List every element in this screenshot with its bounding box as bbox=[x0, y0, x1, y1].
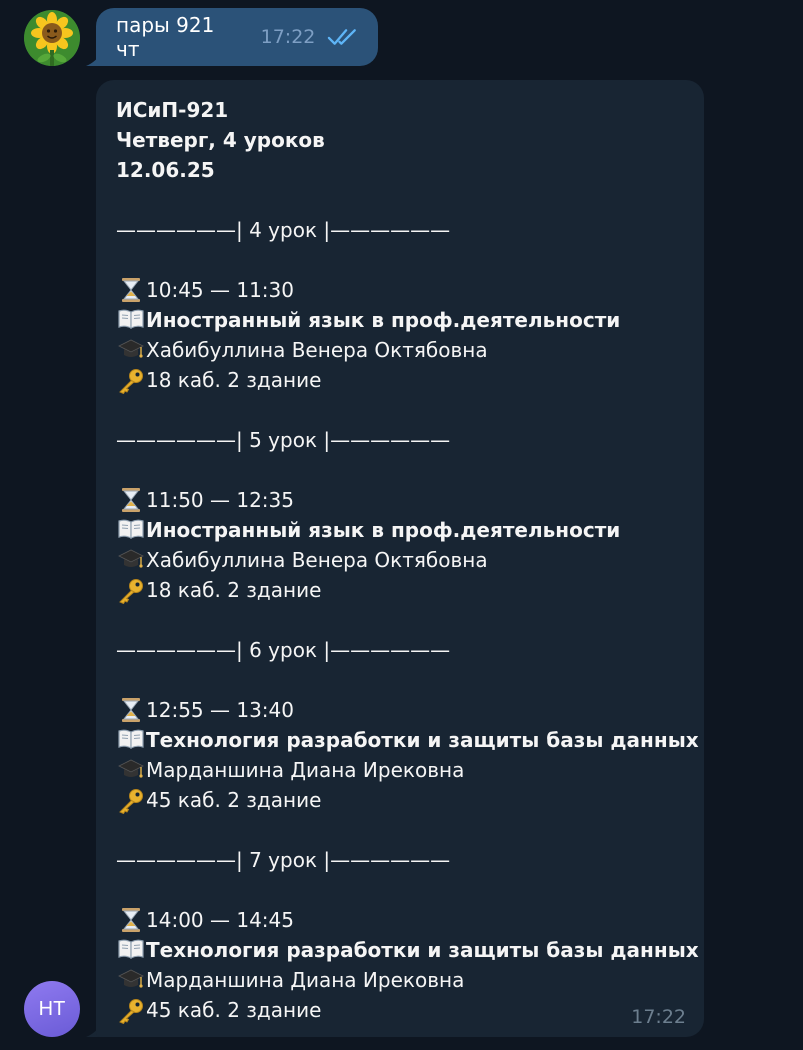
lesson-subject-text: Иностранный язык в проф.деятельности bbox=[146, 308, 621, 332]
lesson-separator-text: ——————| 6 урок |—————— bbox=[116, 638, 451, 662]
lesson-separator: ——————| 6 урок |—————— bbox=[116, 635, 684, 665]
day-summary: Четверг, 4 уроков bbox=[116, 128, 325, 152]
lesson-teacher-text: Марданшина Диана Ирековна bbox=[146, 968, 465, 992]
sender-avatar[interactable]: НТ bbox=[24, 981, 80, 1037]
graduation-cap-icon bbox=[116, 755, 146, 785]
lesson-teacher: Марданшина Диана Ирековна bbox=[116, 965, 684, 995]
graduation-cap-icon bbox=[116, 965, 146, 995]
lesson-teacher: Хабибуллина Венера Октябовна bbox=[116, 335, 684, 365]
hourglass-icon bbox=[116, 275, 146, 305]
graduation-cap-icon bbox=[116, 545, 146, 575]
group-name: ИСиП-921 bbox=[116, 98, 229, 122]
lesson-teacher-text: Марданшина Диана Ирековна bbox=[146, 758, 465, 782]
lesson-separator: ——————| 5 урок |—————— bbox=[116, 425, 684, 455]
sender-avatar-initials: НТ bbox=[38, 997, 66, 1020]
lesson-room-text: 45 каб. 2 здание bbox=[146, 788, 322, 812]
book-icon bbox=[116, 305, 146, 335]
lesson-block: ——————| 5 урок |—————— 11:50 — 12:35 Иност… bbox=[116, 425, 684, 635]
hourglass-icon bbox=[116, 905, 146, 935]
lesson-time-text: 11:50 — 12:35 bbox=[146, 488, 294, 512]
hourglass-icon bbox=[116, 695, 146, 725]
lesson-subject-text: Технология разработки и защиты базы данн… bbox=[146, 728, 699, 752]
lesson-room: 18 каб. 2 здание bbox=[116, 365, 684, 395]
lesson-time-text: 10:45 — 11:30 bbox=[146, 278, 294, 302]
lesson-teacher-text: Хабибуллина Венера Октябовна bbox=[146, 338, 488, 362]
outgoing-message-time: 17:22 bbox=[260, 26, 316, 48]
lesson-time: 10:45 — 11:30 bbox=[116, 275, 684, 305]
incoming-message-time: 17:22 bbox=[631, 1006, 686, 1028]
lesson-time: 12:55 — 13:40 bbox=[116, 695, 684, 725]
lesson-subject: Технология разработки и защиты базы данн… bbox=[116, 935, 699, 965]
lesson-room: 18 каб. 2 здание bbox=[116, 575, 684, 605]
lesson-subject-text: Технология разработки и защиты базы данн… bbox=[146, 938, 699, 962]
lesson-room-text: 18 каб. 2 здание bbox=[146, 578, 322, 602]
lesson-room: 45 каб. 2 здание bbox=[116, 785, 684, 815]
lesson-time: 11:50 — 12:35 bbox=[116, 485, 684, 515]
outgoing-message-text: пары 921 чт bbox=[116, 13, 215, 61]
book-icon bbox=[116, 725, 146, 755]
user-avatar-sunflower[interactable] bbox=[24, 10, 80, 66]
lesson-block: ——————| 7 урок |—————— 14:00 — 14:45 Техно… bbox=[116, 845, 699, 1025]
key-icon bbox=[116, 575, 146, 605]
hourglass-icon bbox=[116, 485, 146, 515]
incoming-message[interactable]: ИСиП-921 Четверг, 4 уроков 12.06.25 ————… bbox=[96, 80, 704, 1037]
key-icon bbox=[116, 365, 146, 395]
lesson-time: 14:00 — 14:45 bbox=[116, 905, 684, 935]
book-icon bbox=[116, 515, 146, 545]
lesson-room-text: 45 каб. 2 здание bbox=[146, 998, 322, 1022]
lesson-block: ——————| 4 урок |—————— 10:45 — 11:30 Иност… bbox=[116, 215, 684, 425]
lesson-subject-text: Иностранный язык в проф.деятельности bbox=[146, 518, 621, 542]
book-icon bbox=[116, 935, 146, 965]
lesson-separator-text: ——————| 5 урок |—————— bbox=[116, 428, 451, 452]
lesson-teacher: Марданшина Диана Ирековна bbox=[116, 755, 684, 785]
key-icon bbox=[116, 785, 146, 815]
lesson-teacher-text: Хабибуллина Венера Октябовна bbox=[146, 548, 488, 572]
lesson-room-text: 18 каб. 2 здание bbox=[146, 368, 322, 392]
lesson-time-text: 14:00 — 14:45 bbox=[146, 908, 294, 932]
lesson-teacher: Хабибуллина Венера Октябовна bbox=[116, 545, 684, 575]
key-icon bbox=[116, 995, 146, 1025]
lesson-time-text: 12:55 — 13:40 bbox=[146, 698, 294, 722]
lesson-block: ——————| 6 урок |—————— 12:55 — 13:40 Техно… bbox=[116, 635, 699, 845]
lesson-subject: Технология разработки и защиты базы данн… bbox=[116, 725, 699, 755]
lessons-list: ——————| 4 урок |—————— 10:45 — 11:30 Иност… bbox=[116, 215, 699, 1025]
lesson-separator-text: ——————| 7 урок |—————— bbox=[116, 848, 451, 872]
lesson-separator: ——————| 4 урок |—————— bbox=[116, 215, 684, 245]
date: 12.06.25 bbox=[116, 158, 215, 182]
outgoing-message[interactable]: пары 921 чт 17:22 bbox=[96, 8, 378, 66]
lesson-room: 45 каб. 2 здание bbox=[116, 995, 684, 1025]
lesson-subject: Иностранный язык в проф.деятельности bbox=[116, 515, 684, 545]
double-check-icon bbox=[328, 29, 357, 45]
lesson-separator-text: ——————| 4 урок |—————— bbox=[116, 218, 451, 242]
lesson-subject: Иностранный язык в проф.деятельности bbox=[116, 305, 684, 335]
graduation-cap-icon bbox=[116, 335, 146, 365]
lesson-separator: ——————| 7 урок |—————— bbox=[116, 845, 684, 875]
